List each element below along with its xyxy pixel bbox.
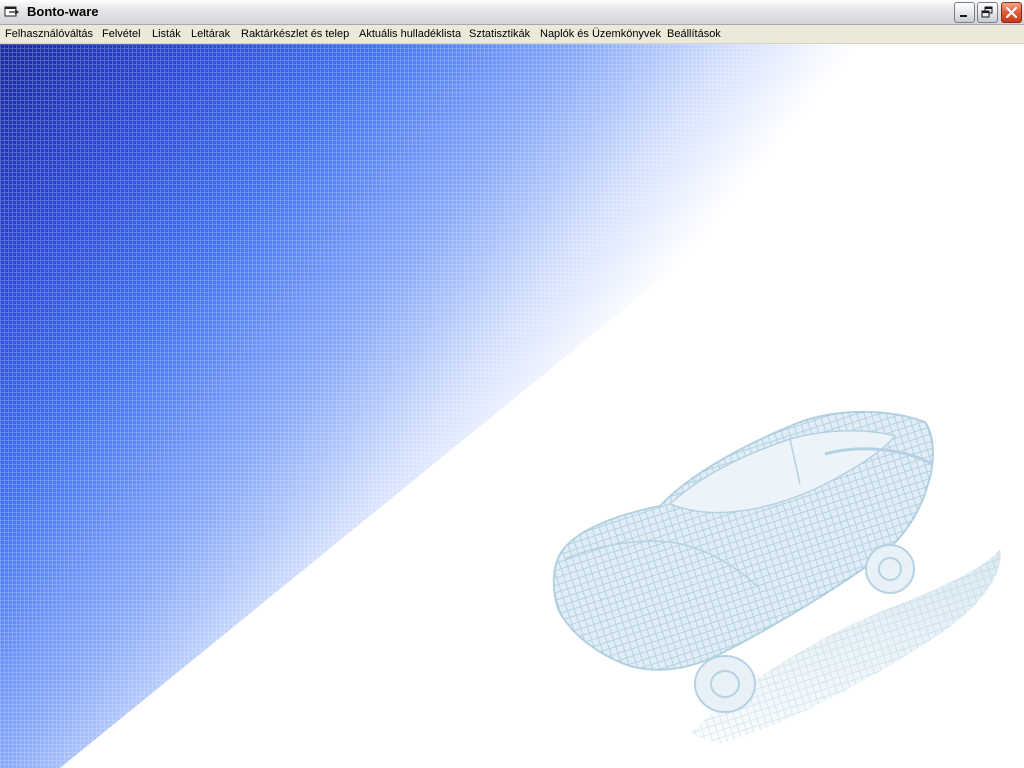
menu-item-felvetel[interactable]: Felvétel — [102, 27, 141, 41]
app-window: Bonto-ware Felhasználóváltás Felvétel Li… — [0, 0, 1024, 768]
main-background-area — [0, 44, 1024, 768]
menu-item-leltarak[interactable]: Leltárak — [191, 27, 230, 41]
app-window-icon[interactable] — [4, 5, 20, 19]
window-title: Bonto-ware — [27, 4, 99, 19]
minimize-button[interactable] — [954, 2, 975, 23]
restore-icon — [981, 6, 993, 18]
background-gradient — [0, 44, 1001, 768]
restore-button[interactable] — [977, 2, 998, 23]
menu-item-sztatisztikak[interactable]: Sztatisztikák — [469, 27, 530, 41]
minimize-icon — [960, 15, 967, 17]
menu-item-raktarkeszlet[interactable]: Raktárkészlet és telep — [241, 27, 349, 41]
close-icon — [1005, 6, 1018, 19]
car-wireframe-image — [552, 410, 1001, 744]
close-button[interactable] — [1001, 2, 1022, 23]
menu-item-felhasznalovaltas[interactable]: Felhasználóváltás — [5, 27, 93, 41]
menu-item-listak[interactable]: Listák — [152, 27, 181, 41]
menu-item-aktualis-hulladeklista[interactable]: Aktuális hulladéklista — [359, 27, 461, 41]
menu-bar: Felhasználóváltás Felvétel Listák Leltár… — [0, 25, 1024, 44]
menu-item-beallitasok[interactable]: Beállítások — [667, 27, 721, 41]
menu-item-naplok[interactable]: Naplók és Üzemkönyvek — [540, 27, 661, 41]
title-bar[interactable]: Bonto-ware — [0, 0, 1024, 25]
